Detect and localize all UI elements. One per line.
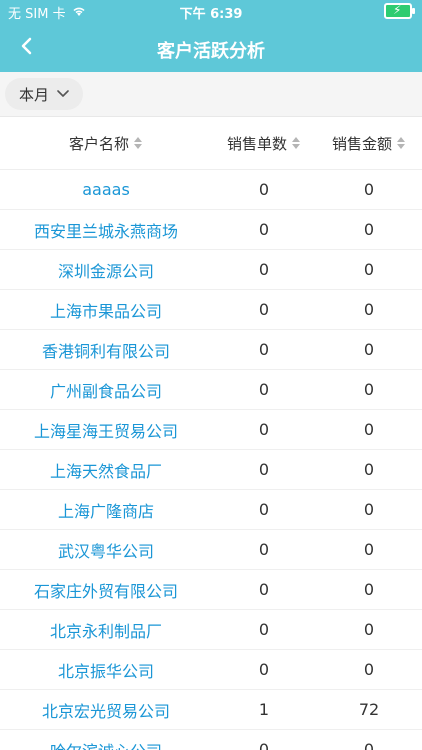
customer-name-link[interactable]: 上海星海王贸易公司 bbox=[0, 418, 212, 442]
chevron-down-icon bbox=[57, 90, 69, 97]
status-bar: 无 SIM 卡 下午 6:39 ⚡ bbox=[0, 0, 422, 24]
table-row[interactable]: 北京振华公司 0 0 bbox=[0, 650, 422, 690]
sales-amount: 0 bbox=[363, 580, 375, 599]
sales-amount: 0 bbox=[363, 620, 375, 639]
customer-name-link[interactable]: 上海广隆商店 bbox=[0, 498, 212, 522]
header-customer-name[interactable]: 客户名称 bbox=[0, 133, 212, 154]
sales-amount: 0 bbox=[363, 180, 375, 199]
customer-name-link[interactable]: 香港铜利有限公司 bbox=[0, 338, 212, 362]
order-count: 0 bbox=[258, 220, 270, 239]
table-row[interactable]: 武汉粤华公司 0 0 bbox=[0, 530, 422, 570]
sales-amount: 0 bbox=[363, 340, 375, 359]
table-row[interactable]: 上海天然食品厂 0 0 bbox=[0, 450, 422, 490]
table-row[interactable]: 哈尔滨诚心公司 0 0 bbox=[0, 730, 422, 750]
customer-table: 客户名称 销售单数 销售金额 aaaas 0 0 西安里兰城永燕商场 0 0 深… bbox=[0, 117, 422, 750]
customer-name-link[interactable]: 深圳金源公司 bbox=[0, 258, 212, 282]
customer-name-link[interactable]: 上海市果品公司 bbox=[0, 298, 212, 322]
table-row[interactable]: 北京永利制品厂 0 0 bbox=[0, 610, 422, 650]
sales-amount: 0 bbox=[363, 260, 375, 279]
customer-name-link[interactable]: 武汉粤华公司 bbox=[0, 538, 212, 562]
sort-icon bbox=[397, 137, 405, 149]
sales-amount: 0 bbox=[363, 500, 375, 519]
period-label: 本月 bbox=[19, 85, 50, 104]
sales-amount: 0 bbox=[363, 220, 375, 239]
order-count: 0 bbox=[258, 740, 270, 750]
customer-name-link[interactable]: 北京宏光贸易公司 bbox=[0, 698, 212, 722]
order-count: 0 bbox=[258, 580, 270, 599]
order-count: 0 bbox=[258, 300, 270, 319]
sort-icon bbox=[134, 137, 142, 149]
header-sales-amount[interactable]: 销售金额 bbox=[316, 133, 422, 154]
nav-bar: 客户活跃分析 bbox=[0, 24, 422, 72]
sales-amount: 0 bbox=[363, 540, 375, 559]
order-count: 0 bbox=[258, 540, 270, 559]
battery-icon: ⚡ bbox=[384, 3, 415, 19]
table-row[interactable]: aaaas 0 0 bbox=[0, 170, 422, 210]
table-row[interactable]: 上海广隆商店 0 0 bbox=[0, 490, 422, 530]
table-header: 客户名称 销售单数 销售金额 bbox=[0, 117, 422, 170]
sales-amount: 0 bbox=[363, 300, 375, 319]
order-count: 0 bbox=[258, 420, 270, 439]
sales-amount: 0 bbox=[363, 420, 375, 439]
customer-name-link[interactable]: aaaas bbox=[0, 180, 212, 199]
page: 无 SIM 卡 下午 6:39 ⚡ 客户活跃分析 本月 客户名称 销售单数 销售… bbox=[0, 0, 422, 750]
order-count: 0 bbox=[258, 660, 270, 679]
period-dropdown[interactable]: 本月 bbox=[5, 78, 84, 110]
sales-amount: 72 bbox=[358, 700, 380, 719]
customer-name-link[interactable]: 石家庄外贸有限公司 bbox=[0, 578, 212, 602]
order-count: 0 bbox=[258, 260, 270, 279]
customer-name-link[interactable]: 北京振华公司 bbox=[0, 658, 212, 682]
table-row[interactable]: 上海星海王贸易公司 0 0 bbox=[0, 410, 422, 450]
order-count: 0 bbox=[258, 460, 270, 479]
order-count: 0 bbox=[258, 500, 270, 519]
customer-name-link[interactable]: 北京永利制品厂 bbox=[0, 618, 212, 642]
table-row[interactable]: 上海市果品公司 0 0 bbox=[0, 290, 422, 330]
table-row[interactable]: 广州副食品公司 0 0 bbox=[0, 370, 422, 410]
customer-name-link[interactable]: 广州副食品公司 bbox=[0, 378, 212, 402]
sales-amount: 0 bbox=[363, 460, 375, 479]
customer-name-link[interactable]: 西安里兰城永燕商场 bbox=[0, 218, 212, 242]
table-row[interactable]: 深圳金源公司 0 0 bbox=[0, 250, 422, 290]
order-count: 0 bbox=[258, 380, 270, 399]
page-title: 客户活跃分析 bbox=[157, 41, 265, 62]
status-time: 下午 6:39 bbox=[179, 7, 243, 22]
table-row[interactable]: 西安里兰城永燕商场 0 0 bbox=[0, 210, 422, 250]
sort-icon bbox=[292, 137, 300, 149]
sales-amount: 0 bbox=[363, 380, 375, 399]
sales-amount: 0 bbox=[363, 660, 375, 679]
sales-amount: 0 bbox=[363, 740, 375, 750]
order-count: 0 bbox=[258, 340, 270, 359]
order-count: 0 bbox=[258, 620, 270, 639]
table-row[interactable]: 石家庄外贸有限公司 0 0 bbox=[0, 570, 422, 610]
order-count: 1 bbox=[258, 700, 270, 719]
order-count: 0 bbox=[258, 180, 270, 199]
table-body: aaaas 0 0 西安里兰城永燕商场 0 0 深圳金源公司 0 0 上海市果品… bbox=[0, 170, 422, 750]
customer-name-link[interactable]: 哈尔滨诚心公司 bbox=[0, 738, 212, 750]
table-row[interactable]: 香港铜利有限公司 0 0 bbox=[0, 330, 422, 370]
customer-name-link[interactable]: 上海天然食品厂 bbox=[0, 458, 212, 482]
table-row[interactable]: 北京宏光贸易公司 1 72 bbox=[0, 690, 422, 730]
header-order-count[interactable]: 销售单数 bbox=[212, 133, 316, 154]
app-header: 无 SIM 卡 下午 6:39 ⚡ 客户活跃分析 bbox=[0, 0, 422, 72]
filter-bar: 本月 bbox=[0, 72, 422, 117]
